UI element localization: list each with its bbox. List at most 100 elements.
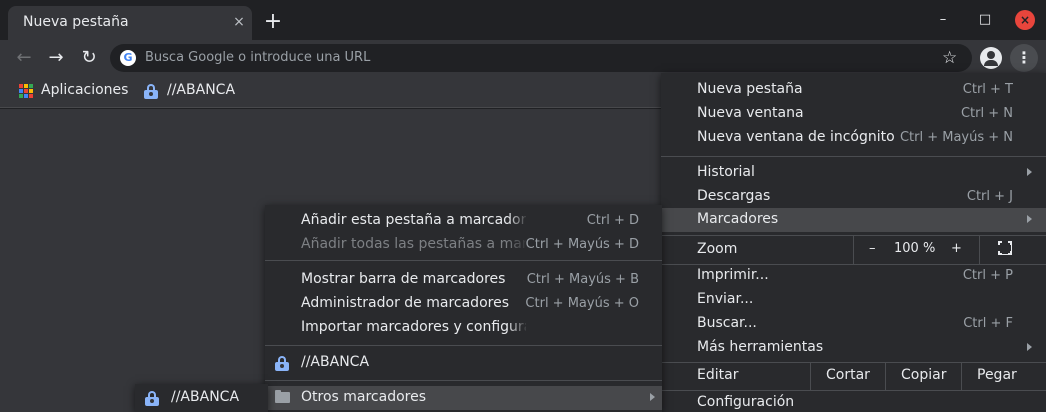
menu-item-cast[interactable]: Enviar... [661,288,1046,312]
menu-label: //ABANCA [171,389,240,405]
menu-divider [810,362,811,390]
bookmarks-submenu: Añadir esta pestaña a marcadores... Ctrl… [265,205,662,412]
menu-label: Nueva ventana [697,105,804,121]
menu-label: Enviar... [697,291,754,307]
toolbar: ← → ↻ G Busca Google o introduce una URL… [0,40,1046,76]
apps-grid-dot [24,89,28,93]
apps-grid-dot [19,89,23,93]
menu-label: Zoom [697,241,738,257]
apps-grid-dot [24,84,28,88]
forward-arrow-icon[interactable]: → [44,46,68,70]
reload-icon[interactable]: ↻ [77,46,101,70]
menu-dots-icon[interactable]: ⋮ [1010,44,1038,72]
menu-item-new-window[interactable]: Nueva ventana Ctrl + N [661,102,1046,126]
menu-item-bookmarks[interactable]: Marcadores [661,208,1046,232]
menu-label: Historial [697,164,755,180]
menu-label: Añadir todas las pestañas a marcadores..… [301,236,526,252]
window-close-icon[interactable]: × [1015,10,1035,30]
menu-label: Nueva pestaña [697,81,803,97]
menu-separator [265,260,662,261]
menu-item-new-tab[interactable]: Nueva pestaña Ctrl + T [661,78,1046,102]
apps-grid-dot [29,84,33,88]
omnibox-placeholder: Busca Google o introduce una URL [145,50,371,65]
apps-grid-icon[interactable] [19,84,33,98]
menu-shortcut: Ctrl + Mayús + O [525,296,639,311]
menu-item-import-bookmarks[interactable]: Importar marcadores y configuración... [265,316,662,340]
menu-label: Importar marcadores y configuración... [301,319,526,335]
menu-item-print[interactable]: Imprimir... Ctrl + P [661,264,1046,288]
menu-item-abanca-bookmark[interactable]: //ABANCA [265,351,662,375]
lock-icon [145,391,159,406]
menu-shortcut: Ctrl + D [586,213,639,228]
menu-label: Nueva ventana de incógnito [697,129,895,145]
fullscreen-icon[interactable] [997,240,1012,255]
menu-item-downloads[interactable]: Descargas Ctrl + J [661,185,1046,209]
menu-item-bookmark-manager[interactable]: Administrador de marcadores Ctrl + Mayús… [265,292,662,316]
tab-nueva-pestana[interactable]: Nueva pestaña × [8,6,252,40]
menu-divider [853,236,854,264]
apps-grid-dot [19,84,23,88]
menu-shortcut: Ctrl + N [960,106,1013,121]
apps-grid-dot [29,94,33,98]
menu-item-history[interactable]: Historial [661,161,1046,185]
menu-shortcut: Ctrl + Mayús + N [899,130,1013,145]
menu-label: Buscar... [697,315,757,331]
menu-shortcut: Ctrl + F [963,316,1013,331]
folder-icon [275,390,290,403]
paste-button[interactable]: Pegar [977,367,1017,383]
zoom-out-button[interactable]: – [869,241,876,256]
menu-item-zoom: Zoom – 100 % + [661,236,1046,264]
submenu-arrow-icon [1027,215,1032,223]
apps-grid-dot [24,94,28,98]
menu-label: Descargas [697,188,771,204]
apps-grid-dot [29,89,33,93]
menu-label: Imprimir... [697,267,769,283]
menu-label: Editar [697,367,739,383]
menu-item-edit: Editar Cortar Copiar Pegar [661,362,1046,390]
profile-avatar-icon[interactable] [980,47,1002,69]
bookmark-abanca[interactable]: //ABANCA [167,82,235,98]
submenu-arrow-icon [1027,343,1032,351]
other-bookmarks-submenu: //ABANCA [135,384,268,412]
close-icon[interactable]: × [230,13,248,31]
star-icon[interactable]: ☆ [942,48,957,68]
menu-item-other-bookmarks[interactable]: Otros marcadores [265,386,662,410]
lock-icon [144,84,158,99]
submenu-arrow-icon [1027,168,1032,176]
bookmark-apps[interactable]: Aplicaciones [41,82,128,98]
menu-separator [661,156,1046,157]
menu-shortcut: Ctrl + Mayús + B [526,272,639,287]
menu-item-more-tools[interactable]: Más herramientas [661,336,1046,360]
menu-item-add-tab-bookmark[interactable]: Añadir esta pestaña a marcadores... Ctrl… [265,209,662,233]
google-icon: G [120,50,136,66]
submenu-arrow-icon [650,393,655,401]
tab-title: Nueva pestaña [23,14,129,30]
text-fade [508,209,528,233]
text-fade [508,316,528,340]
apps-grid-dot [19,94,23,98]
menu-shortcut: Ctrl + J [966,189,1013,204]
menu-item-settings[interactable]: Configuración [661,391,1046,412]
menu-label: Más herramientas [697,339,824,355]
tab-strip: Nueva pestaña × + – □ × [0,0,1046,40]
menu-label: Mostrar barra de marcadores [301,271,506,287]
new-tab-button[interactable]: + [262,11,284,33]
zoom-in-button[interactable]: + [951,241,962,256]
menu-item-find[interactable]: Buscar... Ctrl + F [661,312,1046,336]
menu-item-abanca-other[interactable]: //ABANCA [135,386,268,410]
menu-shortcut: Ctrl + Mayús + D [525,237,639,252]
menu-shortcut: Ctrl + P [962,268,1013,283]
menu-divider [979,236,980,264]
copy-button[interactable]: Copiar [901,367,946,383]
menu-label: Configuración [697,394,795,410]
menu-item-incognito[interactable]: Nueva ventana de incógnito Ctrl + Mayús … [661,126,1046,150]
omnibox[interactable]: G Busca Google o introduce una URL ☆ [110,44,972,72]
menu-label: //ABANCA [301,354,370,370]
back-arrow-icon[interactable]: ← [12,46,36,70]
maximize-icon[interactable]: □ [975,10,995,30]
minimize-icon[interactable]: – [933,10,953,30]
cut-button[interactable]: Cortar [826,367,870,383]
menu-label: Añadir esta pestaña a marcadores... [301,212,526,228]
menu-item-add-all-bookmarks: Añadir todas las pestañas a marcadores..… [265,233,662,257]
menu-item-show-bookmarks-bar[interactable]: Mostrar barra de marcadores Ctrl + Mayús… [265,268,662,292]
